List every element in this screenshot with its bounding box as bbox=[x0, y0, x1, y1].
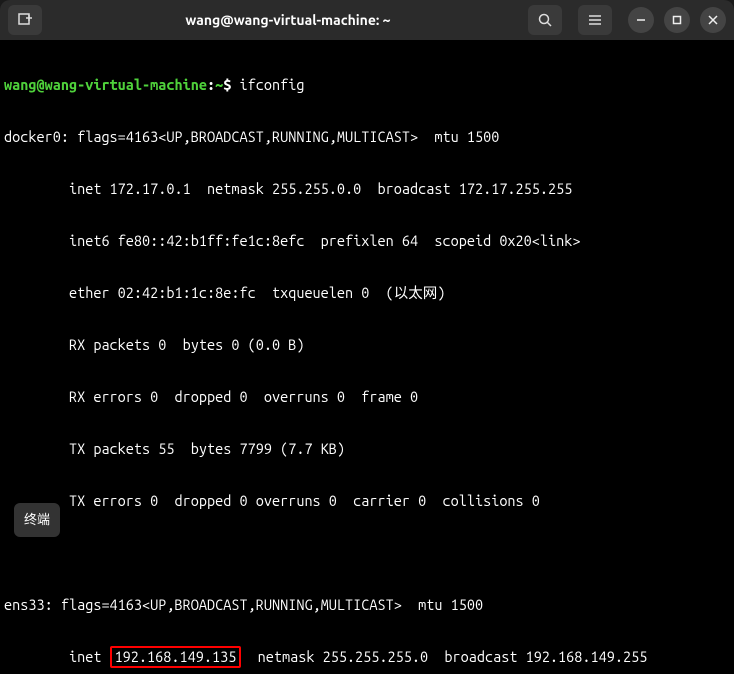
titlebar: wang@wang-virtual-machine: ~ bbox=[0, 0, 734, 40]
minimize-icon bbox=[636, 15, 646, 25]
hamburger-icon bbox=[588, 13, 602, 27]
maximize-button[interactable] bbox=[664, 7, 690, 33]
terminal-body[interactable]: wang@wang-virtual-machine:~$ ifconfig do… bbox=[0, 40, 734, 674]
highlighted-ip: 192.168.149.135 bbox=[110, 646, 242, 668]
close-button[interactable] bbox=[700, 7, 726, 33]
docker0-header: docker0: flags=4163<UP,BROADCAST,RUNNING… bbox=[4, 124, 730, 150]
search-button[interactable] bbox=[528, 5, 562, 35]
prompt-userhost: wang@wang-virtual-machine bbox=[4, 76, 207, 93]
blank-line bbox=[4, 540, 730, 566]
maximize-icon bbox=[672, 15, 682, 25]
floating-terminal-label: 终端 bbox=[14, 503, 60, 537]
docker0-rx-packets: RX packets 0 bytes 0 (0.0 B) bbox=[4, 332, 730, 358]
window-title: wang@wang-virtual-machine: ~ bbox=[48, 12, 528, 28]
docker0-tx-errors: TX errors 0 dropped 0 overruns 0 carrier… bbox=[4, 488, 730, 514]
close-icon bbox=[708, 15, 718, 25]
command-text: ifconfig bbox=[240, 76, 305, 93]
ens33-header: ens33: flags=4163<UP,BROADCAST,RUNNING,M… bbox=[4, 592, 730, 618]
minimize-button[interactable] bbox=[628, 7, 654, 33]
docker0-tx-packets: TX packets 55 bytes 7799 (7.7 KB) bbox=[4, 436, 730, 462]
ens33-inet: inet 192.168.149.135 netmask 255.255.255… bbox=[4, 644, 730, 670]
prompt-sep: : bbox=[207, 76, 215, 93]
docker0-rx-errors: RX errors 0 dropped 0 overruns 0 frame 0 bbox=[4, 384, 730, 410]
new-tab-icon bbox=[17, 12, 33, 28]
docker0-inet6: inet6 fe80::42:b1ff:fe1c:8efc prefixlen … bbox=[4, 228, 730, 254]
new-tab-button[interactable] bbox=[8, 5, 42, 35]
prompt-dollar: $ bbox=[223, 76, 231, 93]
docker0-inet: inet 172.17.0.1 netmask 255.255.0.0 broa… bbox=[4, 176, 730, 202]
search-icon bbox=[538, 13, 552, 27]
ens33-inet-post: netmask 255.255.255.0 broadcast 192.168.… bbox=[241, 648, 647, 665]
menu-button[interactable] bbox=[578, 5, 612, 35]
ens33-inet-pre: inet bbox=[4, 648, 110, 665]
docker0-ether: ether 02:42:b1:1c:8e:fc txqueuelen 0 (以太… bbox=[4, 280, 730, 306]
prompt-line: wang@wang-virtual-machine:~$ ifconfig bbox=[4, 72, 730, 98]
